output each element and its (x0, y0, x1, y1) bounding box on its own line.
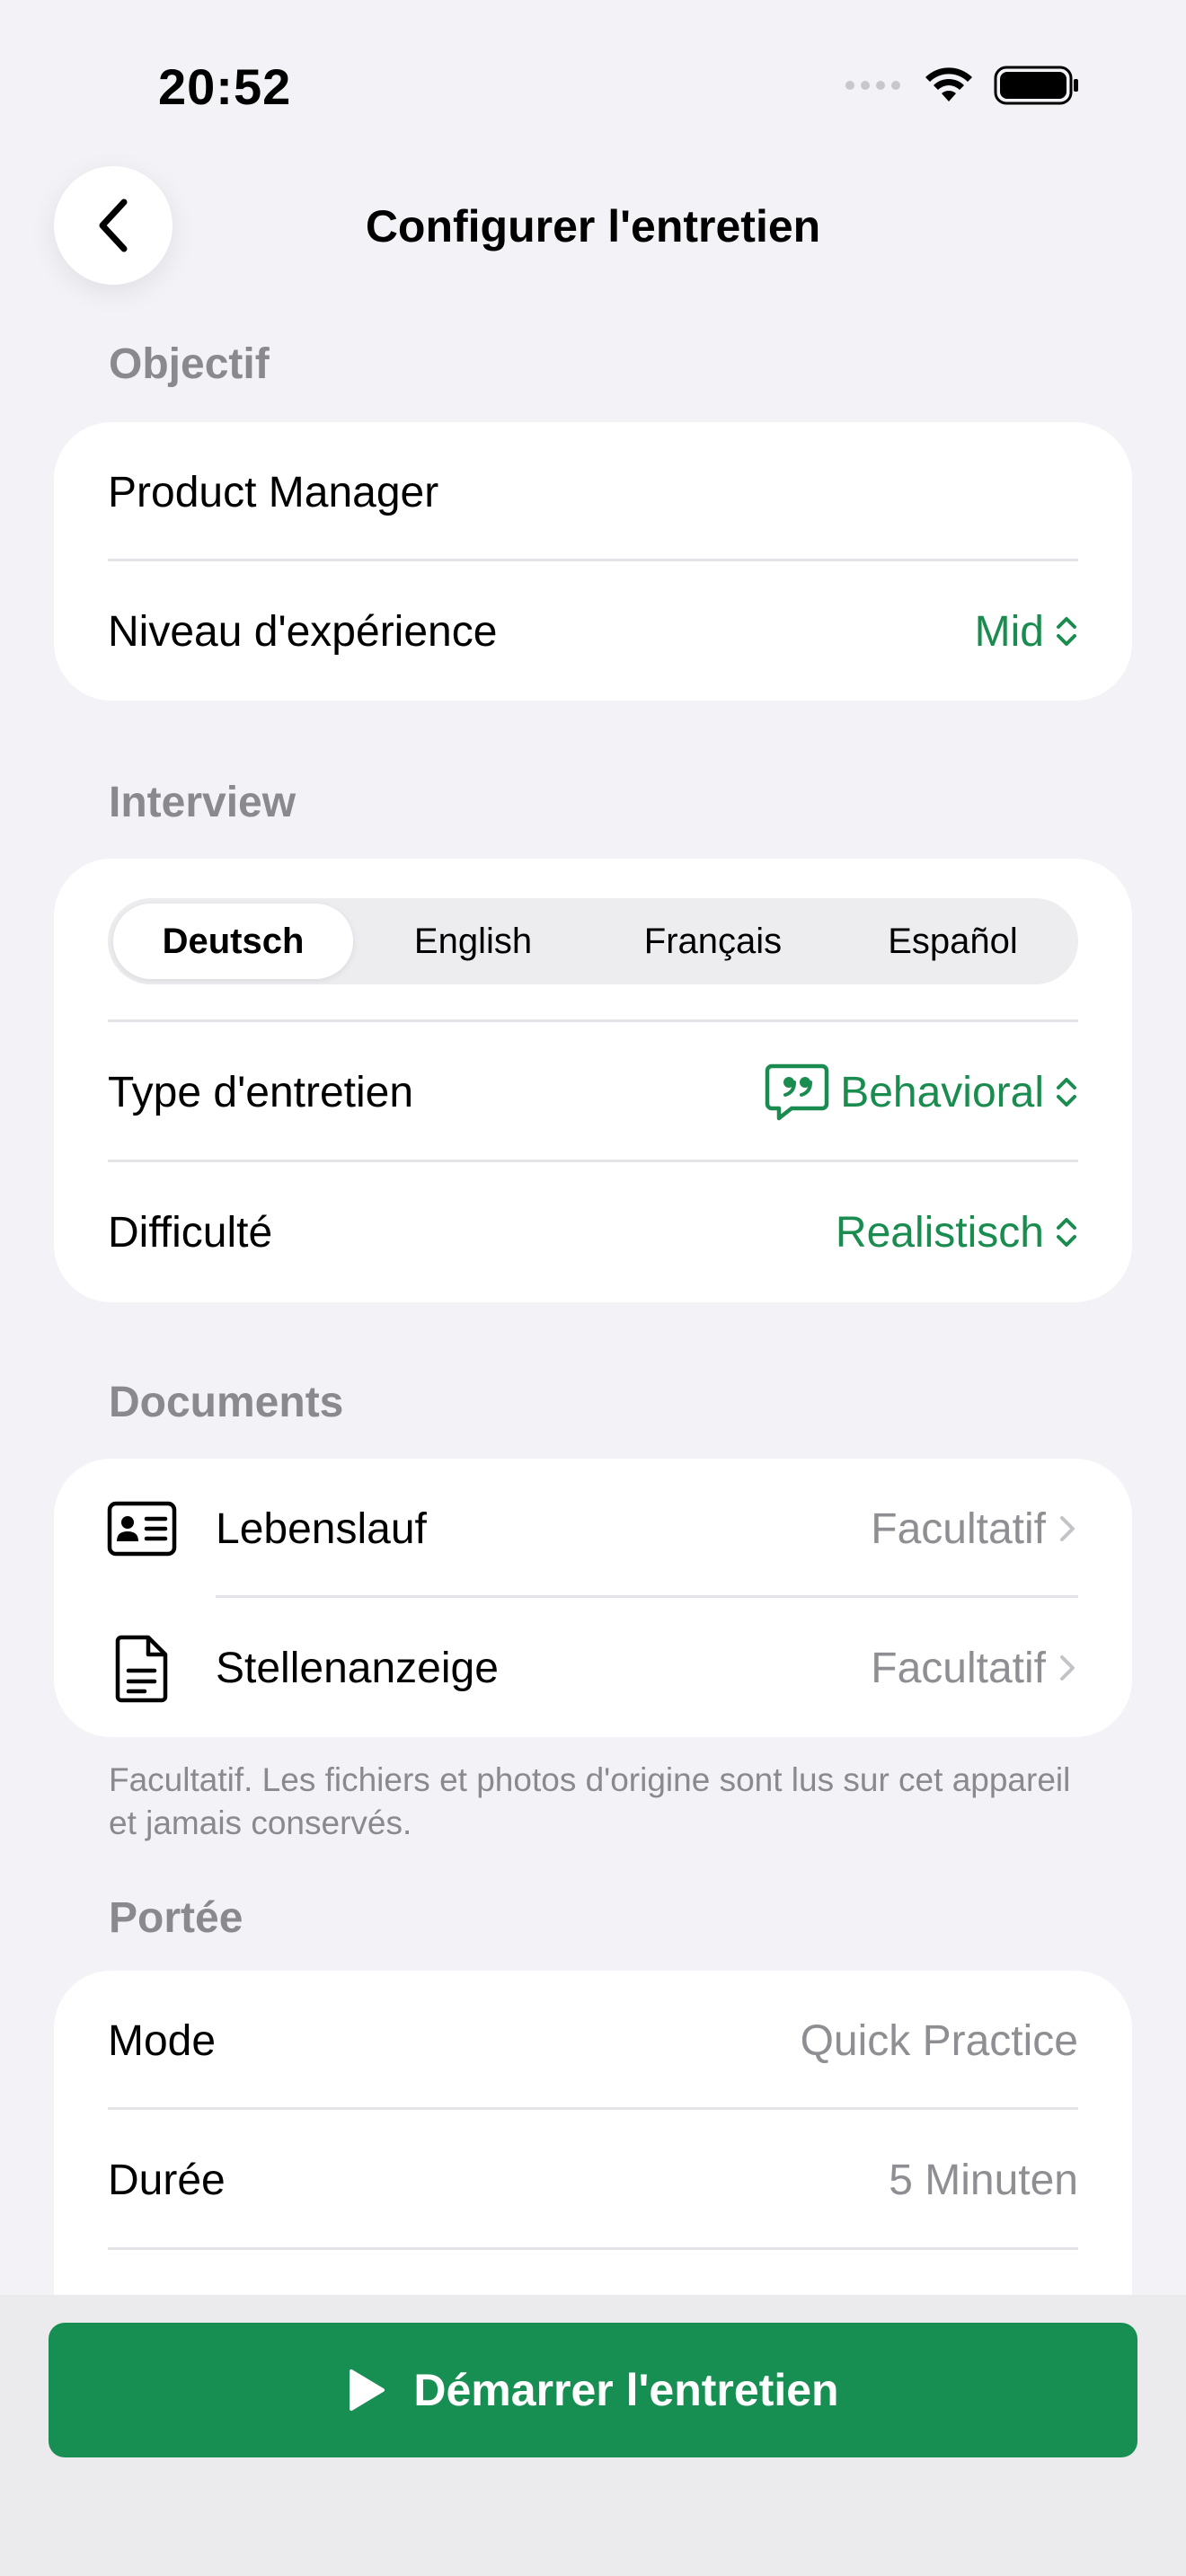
interview-type-label: Type d'entretien (108, 1068, 414, 1116)
section-label-objectif: Objectif (109, 340, 270, 388)
status-bar: 20:52 (0, 0, 1186, 171)
language-segmented-control: Deutsch English Français Español (108, 898, 1078, 984)
role-value: Product Manager (108, 468, 439, 516)
language-option-espanol[interactable]: Español (833, 904, 1073, 979)
difficulty-row[interactable]: Difficulté Realistisch (108, 1162, 1078, 1302)
wifi-icon (925, 67, 972, 101)
document-row-lebenslauf[interactable]: Lebenslauf Facultatif (216, 1459, 1078, 1599)
section-label-portee: Portée (109, 1894, 243, 1942)
interview-type-row[interactable]: Type d'entretien Behavioral (108, 1022, 1078, 1162)
section-label-interview: Interview (109, 779, 296, 826)
chevron-up-down-icon (1057, 1078, 1076, 1107)
duration-value: 5 Minuten (889, 2156, 1078, 2204)
chevron-up-down-icon (1057, 1218, 1076, 1247)
chevron-up-down-icon (1057, 617, 1076, 646)
battery-icon (994, 66, 1078, 105)
section-label-documents: Documents (109, 1379, 344, 1426)
objectif-card: Product Manager Niveau d'expérience Mid (54, 422, 1132, 701)
page-title: Configurer l'entretien (365, 201, 821, 251)
signal-dots-icon (845, 81, 900, 90)
document-icon (104, 1631, 180, 1707)
mode-value: Quick Practice (800, 2016, 1078, 2065)
duration-row[interactable]: Durée 5 Minuten (108, 2110, 1078, 2250)
mode-label: Mode (108, 2016, 217, 2065)
documents-footnote: Facultatif. Les fichiers et photos d'ori… (109, 1761, 1071, 1841)
quote-bubble-icon (765, 1063, 829, 1121)
id-card-icon (104, 1491, 180, 1566)
documents-card: Lebenslauf Facultatif Stellenanzeige Fac… (54, 1459, 1132, 1737)
document-status: Facultatif (871, 1644, 1078, 1693)
mode-row[interactable]: Mode Quick Practice (108, 1971, 1078, 2111)
experience-label: Niveau d'expérience (108, 607, 498, 656)
document-status: Facultatif (871, 1504, 1078, 1554)
interview-type-picker[interactable]: Behavioral (765, 1063, 1078, 1122)
chevron-right-icon (1060, 1655, 1075, 1681)
duration-label: Durée (108, 2156, 226, 2204)
difficulty-label: Difficulté (108, 1208, 273, 1257)
interview-type-value: Behavioral (840, 1068, 1044, 1116)
language-option-francais[interactable]: Français (593, 904, 833, 979)
status-time: 20:52 (158, 58, 292, 115)
document-status-lebenslauf: Facultatif (871, 1504, 1046, 1553)
divider (108, 2247, 1078, 2250)
experience-row[interactable]: Niveau d'expérience Mid (108, 561, 1078, 701)
document-row-stellenanzeige[interactable]: Stellenanzeige Facultatif (216, 1598, 1078, 1738)
start-interview-button[interactable]: Démarrer l'entretien (49, 2323, 1137, 2457)
language-option-deutsch[interactable]: Deutsch (113, 904, 353, 979)
play-icon (350, 2369, 385, 2411)
experience-picker[interactable]: Mid (975, 607, 1078, 657)
role-row[interactable]: Product Manager (108, 422, 1078, 562)
navigation-header: Configurer l'entretien (0, 166, 1186, 288)
document-status-stellenanzeige: Facultatif (871, 1644, 1046, 1692)
chevron-right-icon (1060, 1516, 1075, 1541)
interview-card: Deutsch English Français Español Type d'… (54, 859, 1132, 1302)
language-option-english[interactable]: English (353, 904, 593, 979)
status-icons (845, 65, 1080, 106)
difficulty-value: Realistisch (835, 1208, 1044, 1257)
document-label-stellenanzeige: Stellenanzeige (216, 1644, 499, 1692)
start-interview-label: Démarrer l'entretien (413, 2365, 839, 2415)
document-label-lebenslauf: Lebenslauf (216, 1504, 427, 1553)
difficulty-picker[interactable]: Realistisch (836, 1208, 1078, 1257)
experience-value: Mid (974, 607, 1044, 656)
